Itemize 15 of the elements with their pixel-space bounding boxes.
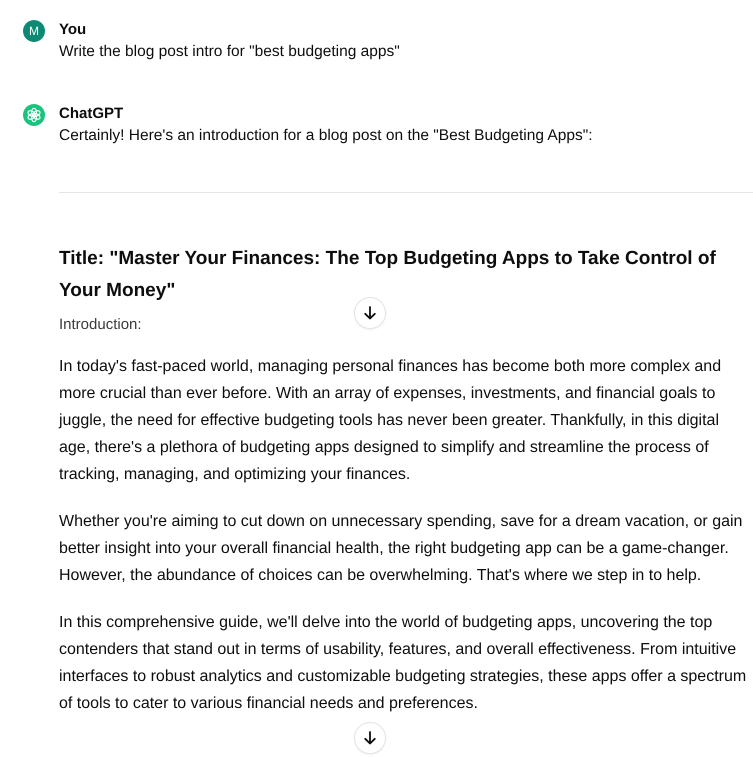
- assistant-avatar-icon: [23, 104, 45, 126]
- author-name: You: [59, 20, 88, 40]
- down-arrow-icon: [363, 306, 377, 320]
- post-title: Title: "Master Your Finances: The Top Budgeting Apps to Take Control of Your Money": [59, 247, 717, 303]
- scroll-down-button[interactable]: [354, 297, 386, 329]
- paragraph: Whether you're aiming to cut down on unnecessary spending, save for a dream vacation, or gain better insight into your overall financial health, the right budgeting app can be a game-changer. However, the abundance of choices can be overwhelming. That's where we step in to help.: [59, 512, 744, 586]
- down-arrow-icon: [363, 731, 377, 745]
- user-avatar: M: [23, 20, 45, 42]
- scroll-down-button[interactable]: [354, 722, 386, 754]
- author-name: ChatGPT: [59, 104, 124, 124]
- paragraph: In today's fast-paced world, managing personal finances has become both more complex and more crucial than ever before. With an array of expenses, investments, and financial goals to juggle, the need for effective budgeting tools has never been greater. Thankfully, in this digital age, there's a plethora of budgeting apps designed to simplify and streamline the process of tracking, managing, and optimizing your finances.: [59, 357, 722, 485]
- section-label: Introduction:: [59, 315, 143, 335]
- message-text: Write the blog post intro for "best budgeting apps": [59, 42, 401, 62]
- message-text: Certainly! Here's an introduction for a blog post on the "Best Budgeting Apps":: [59, 126, 594, 146]
- paragraph: In this comprehensive guide, we'll delve into the world of budgeting apps, uncovering the top contenders that stand out in terms of usability, features, and overall effectiveness. From intuitive interfaces to robust analytics and customizable budgeting strategies, these apps offer a spectrum of tools to cater to various financial needs and preferences.: [59, 613, 748, 714]
